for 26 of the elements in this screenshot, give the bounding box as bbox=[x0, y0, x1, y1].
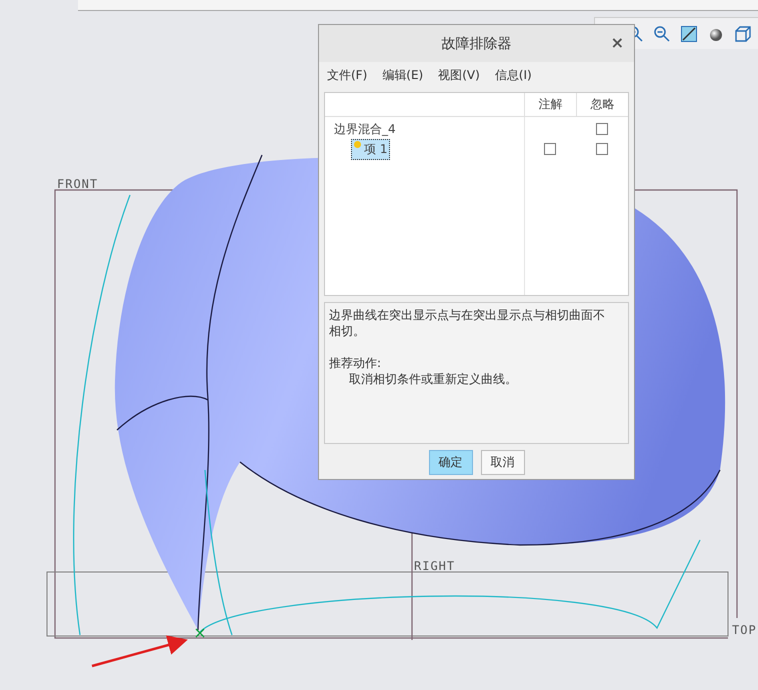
message-text: 边界曲线在突出显示点与在突出显示点与相切曲面不相切。 bbox=[329, 307, 606, 339]
checkbox[interactable] bbox=[544, 143, 556, 155]
action-text: 取消相切条件或重新定义曲线。 bbox=[348, 371, 518, 387]
menu-item[interactable]: 信息(I) bbox=[494, 66, 532, 84]
point-marker-icon bbox=[195, 628, 205, 638]
datum-label: TOP bbox=[732, 623, 757, 637]
menu-item[interactable]: 视图(V) bbox=[438, 66, 480, 84]
menu-item[interactable]: 编辑(E) bbox=[382, 66, 424, 84]
status-dot-icon bbox=[354, 140, 361, 148]
column-header: 注解 bbox=[524, 93, 576, 116]
square-icon[interactable] bbox=[680, 24, 698, 42]
zoom-out-icon[interactable] bbox=[653, 24, 671, 42]
dialog-button[interactable]: 取消 bbox=[480, 450, 524, 475]
close-button[interactable]: × bbox=[608, 34, 626, 52]
tree-item[interactable]: 边界混合_4 bbox=[331, 118, 399, 140]
tree-item[interactable]: 项 1 bbox=[351, 138, 390, 160]
column-header: 忽略 bbox=[576, 93, 628, 116]
dialog-title: 故障排除器 bbox=[442, 34, 512, 52]
datum-label: FRONT bbox=[57, 177, 98, 191]
dialog-button[interactable]: 确定 bbox=[428, 450, 472, 475]
datum-label: RIGHT bbox=[414, 559, 456, 573]
action-heading: 推荐动作: bbox=[329, 355, 382, 371]
checkbox[interactable] bbox=[596, 143, 608, 155]
menu-item[interactable]: 文件(F) bbox=[327, 66, 368, 84]
checkbox[interactable] bbox=[596, 123, 608, 135]
cube-icon[interactable] bbox=[734, 24, 752, 42]
